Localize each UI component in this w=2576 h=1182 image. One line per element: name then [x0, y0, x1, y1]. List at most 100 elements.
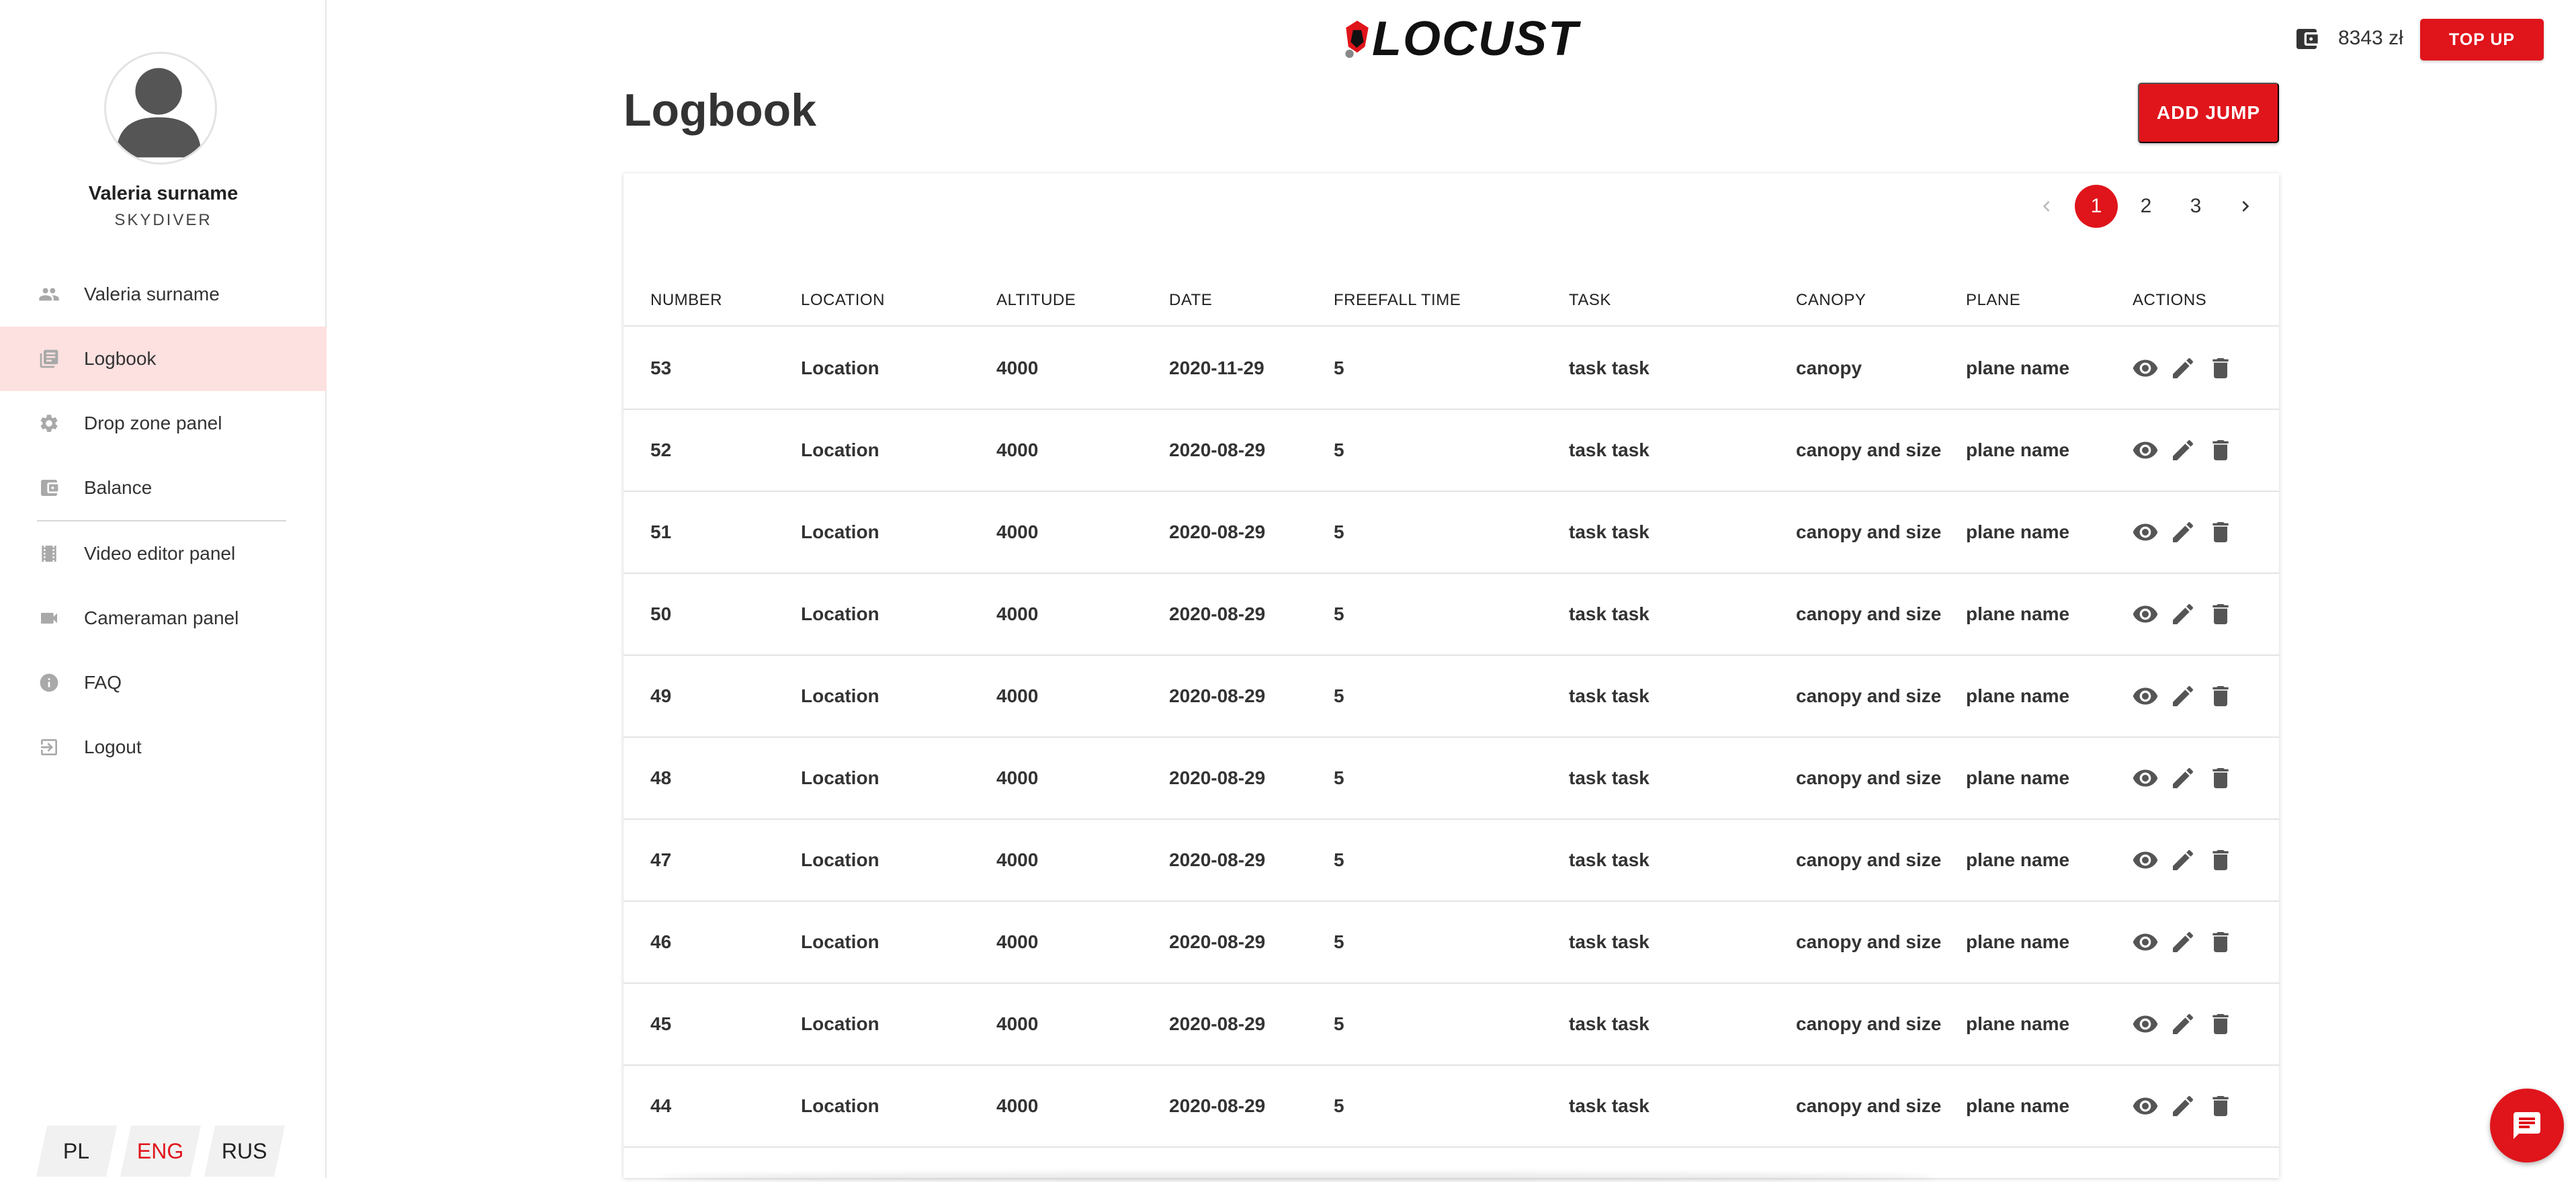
cell-date: 2020-08-29	[1169, 767, 1266, 788]
top-up-button[interactable]: TOP UP	[2420, 19, 2544, 60]
edit-icon[interactable]	[2168, 1091, 2198, 1121]
bottom-shadow	[658, 1173, 1935, 1182]
delete-icon[interactable]	[2206, 927, 2235, 957]
cell-altitude: 4000	[996, 767, 1039, 788]
edit-icon[interactable]	[2168, 681, 2198, 711]
sidebar-item-balance[interactable]: Balance	[0, 456, 327, 520]
cell-location: Location	[801, 439, 879, 460]
cell-plane: plane name	[1966, 1013, 2070, 1034]
sidebar-item-label: Valeria surname	[84, 284, 220, 304]
row-actions	[2131, 328, 2243, 409]
user-role: SKYDIVER	[114, 211, 212, 229]
table-row[interactable]: 49 Location 4000 2020-08-29 5 task task canopy…	[624, 656, 2279, 738]
edit-icon[interactable]	[2168, 763, 2198, 793]
table-row[interactable]: 50 Location 4000 2020-08-29 5 task task canopy…	[624, 574, 2279, 656]
table-row[interactable]: 47 Location 4000 2020-08-29 5 task task canopy…	[624, 820, 2279, 902]
row-actions	[2131, 410, 2243, 491]
view-icon[interactable]	[2131, 1091, 2160, 1121]
sidebar-item-cameraman[interactable]: Cameraman panel	[0, 586, 327, 650]
view-icon[interactable]	[2131, 763, 2160, 793]
delete-icon[interactable]	[2206, 681, 2235, 711]
page-1-button[interactable]: 1	[2075, 185, 2118, 228]
cell-altitude: 4000	[996, 685, 1039, 706]
sidebar-item-drop-zone[interactable]: Drop zone panel	[0, 391, 327, 456]
column-header[interactable]: ALTITUDE	[996, 274, 1076, 327]
chat-button[interactable]	[2490, 1089, 2564, 1163]
column-header[interactable]: CANOPY	[1796, 274, 1866, 327]
column-header[interactable]: NUMBER	[650, 274, 722, 327]
cell-canopy: canopy	[1796, 357, 1862, 378]
sidebar-item-logout[interactable]: Logout	[0, 715, 327, 779]
sidebar-item-video-editor[interactable]: Video editor panel	[0, 521, 327, 586]
table-row[interactable]: 46 Location 4000 2020-08-29 5 task task canopy…	[624, 902, 2279, 984]
add-jump-button[interactable]: ADD JUMP	[2138, 83, 2279, 143]
people-icon	[37, 282, 61, 306]
view-icon[interactable]	[2131, 517, 2160, 547]
cell-date: 2020-08-29	[1169, 685, 1266, 706]
wallet-icon	[37, 476, 61, 500]
delete-icon[interactable]	[2206, 435, 2235, 465]
table-row[interactable]: 51 Location 4000 2020-08-29 5 task task canopy…	[624, 492, 2279, 574]
cell-number: 47	[650, 849, 672, 870]
delete-icon[interactable]	[2206, 1091, 2235, 1121]
cell-task: task task	[1569, 603, 1649, 624]
cell-number: 46	[650, 931, 672, 952]
delete-icon[interactable]	[2206, 845, 2235, 875]
view-icon[interactable]	[2131, 845, 2160, 875]
language-pl-button[interactable]: PL	[36, 1126, 118, 1177]
view-icon[interactable]	[2131, 435, 2160, 465]
edit-icon[interactable]	[2168, 435, 2198, 465]
view-icon[interactable]	[2131, 353, 2160, 383]
edit-icon[interactable]	[2168, 599, 2198, 629]
language-eng-button[interactable]: ENG	[120, 1126, 202, 1177]
delete-icon[interactable]	[2206, 1009, 2235, 1039]
cell-location: Location	[801, 685, 879, 706]
avatar[interactable]	[104, 52, 217, 165]
delete-icon[interactable]	[2206, 599, 2235, 629]
column-header[interactable]: FREEFALL TIME	[1334, 274, 1461, 327]
view-icon[interactable]	[2131, 681, 2160, 711]
cell-number: 48	[650, 767, 672, 788]
sidebar-item-faq[interactable]: FAQ	[0, 650, 327, 715]
row-actions	[2131, 492, 2243, 573]
info-icon	[37, 671, 61, 695]
delete-icon[interactable]	[2206, 517, 2235, 547]
delete-icon[interactable]	[2206, 763, 2235, 793]
table-row[interactable]: 48 Location 4000 2020-08-29 5 task task canopy…	[624, 738, 2279, 820]
view-icon[interactable]	[2131, 927, 2160, 957]
column-header[interactable]: DATE	[1169, 274, 1212, 327]
view-icon[interactable]	[2131, 599, 2160, 629]
prev-page-button[interactable]	[2025, 185, 2068, 228]
table-row[interactable]: 45 Location 4000 2020-08-29 5 task task canopy…	[624, 984, 2279, 1066]
table-row[interactable]: 53 Location 4000 2020-11-29 5 task task canopy…	[624, 328, 2279, 410]
table-row[interactable]: 52 Location 4000 2020-08-29 5 task task canopy…	[624, 410, 2279, 492]
sidebar-item-label: Video editor panel	[84, 543, 236, 564]
sidebar-item-logbook[interactable]: Logbook	[0, 327, 327, 391]
edit-icon[interactable]	[2168, 845, 2198, 875]
edit-icon[interactable]	[2168, 927, 2198, 957]
pagination: 1 2 3	[2018, 184, 2267, 228]
cell-freefall-time: 5	[1334, 1095, 1344, 1116]
edit-icon[interactable]	[2168, 1009, 2198, 1039]
delete-icon[interactable]	[2206, 353, 2235, 383]
locust-logo[interactable]: LOCUST	[1342, 12, 1579, 66]
column-header[interactable]: PLANE	[1966, 274, 2020, 327]
table-row[interactable]: 44 Location 4000 2020-08-29 5 task task canopy…	[624, 1066, 2279, 1148]
column-header[interactable]: LOCATION	[801, 274, 885, 327]
cell-freefall-time: 5	[1334, 603, 1344, 624]
language-rus-button[interactable]: RUS	[204, 1126, 286, 1177]
cell-canopy: canopy and size	[1796, 1013, 1942, 1034]
edit-icon[interactable]	[2168, 517, 2198, 547]
view-icon[interactable]	[2131, 1009, 2160, 1039]
sidebar-item-profile[interactable]: Valeria surname	[0, 262, 327, 327]
row-actions	[2131, 656, 2243, 736]
cell-date: 2020-08-29	[1169, 1013, 1266, 1034]
page-3-button[interactable]: 3	[2174, 185, 2217, 228]
page-2-button[interactable]: 2	[2124, 185, 2167, 228]
row-actions	[2131, 574, 2243, 655]
edit-icon[interactable]	[2168, 353, 2198, 383]
next-page-button[interactable]	[2224, 185, 2267, 228]
cell-plane: plane name	[1966, 603, 2070, 624]
column-header[interactable]: TASK	[1569, 274, 1611, 327]
cell-canopy: canopy and size	[1796, 849, 1942, 870]
